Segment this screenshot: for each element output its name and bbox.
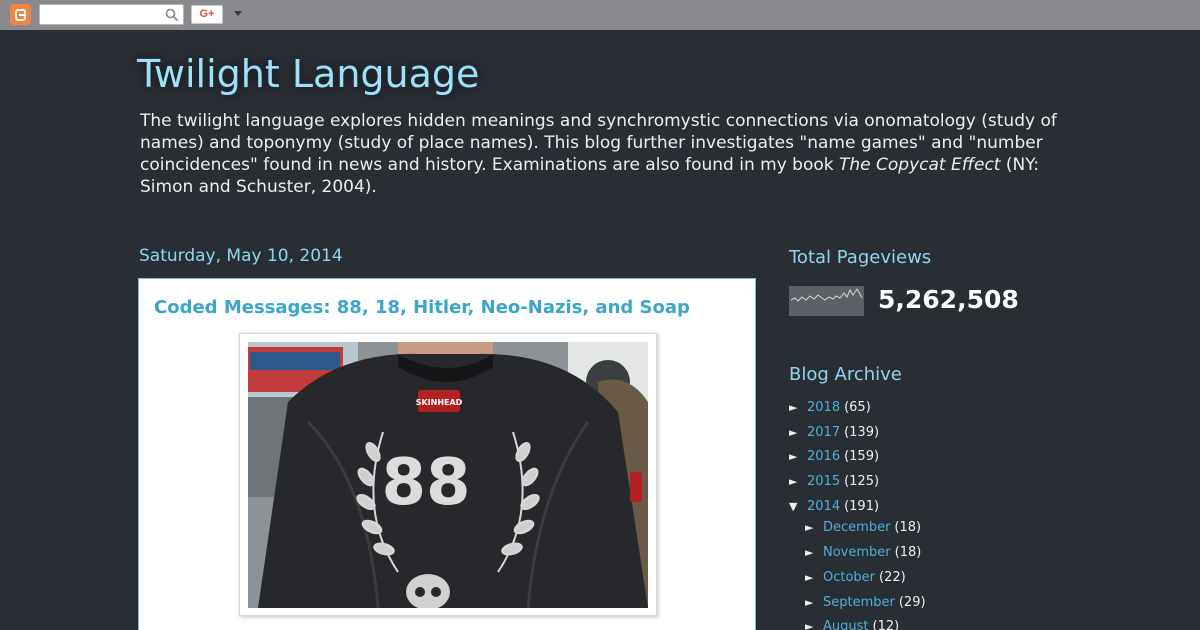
archive-year-link[interactable]: 2016 [807,449,840,464]
archive-month-link[interactable]: November [823,545,891,560]
archive-count: (159) [844,449,880,464]
archive-year-link[interactable]: 2018 [807,400,840,415]
patch-text: SKINHEAD [416,398,463,407]
archive-month-row: ► October (22) [805,569,906,587]
post-image[interactable]: SKINHEAD 88 [248,342,648,608]
archive-count: (125) [844,474,880,489]
expand-toggle-icon[interactable]: ► [805,569,819,587]
archive-year-row: ► 2016 (159) [789,448,879,466]
archive-year-row: ▼ 2014 (191) [789,498,879,516]
archive-count: (139) [844,425,880,440]
blog-description: The twilight language explores hidden me… [140,110,1070,198]
archive-count: (18) [894,545,922,560]
blogger-navbar: G+ [0,0,1200,30]
archive-count: (22) [879,570,906,585]
archive-count: (29) [898,595,926,610]
archive-month-row: ► August (12) [805,618,899,630]
blog-title[interactable]: Twilight Language [137,52,479,96]
archive-month-link[interactable]: September [823,595,895,610]
jacket-number: 88 [381,446,470,520]
expand-toggle-icon[interactable]: ► [789,424,803,442]
archive-widget-title: Blog Archive [789,364,902,385]
caret-down-icon[interactable] [234,11,242,16]
archive-count: (191) [844,499,880,514]
archive-month-link[interactable]: October [823,570,875,585]
archive-count: (18) [894,520,922,535]
pageviews-count: 5,262,508 [878,285,1019,314]
google-plus-button[interactable]: G+ [191,5,223,24]
expand-toggle-icon[interactable]: ► [805,544,819,562]
blogger-logo-icon[interactable] [10,4,31,25]
archive-count: (12) [872,619,900,630]
archive-year-link[interactable]: 2017 [807,425,840,440]
archive-year-row: ► 2018 (65) [789,399,871,417]
post-image-frame[interactable]: SKINHEAD 88 [239,333,657,616]
archive-month-link[interactable]: August [823,619,869,630]
archive-month-row: ► November (18) [805,544,921,562]
book-title: The Copycat Effect [839,155,1001,175]
archive-year-link[interactable]: 2014 [807,499,840,514]
pageviews-sparkline [789,286,864,316]
search-icon[interactable] [165,8,179,22]
expand-toggle-icon[interactable]: ► [789,473,803,491]
archive-month-row: ► September (29) [805,594,926,612]
archive-month-link[interactable]: December [823,520,890,535]
expand-toggle-icon[interactable]: ► [805,519,819,537]
archive-year-link[interactable]: 2015 [807,474,840,489]
collapse-toggle-icon[interactable]: ▼ [789,498,803,516]
expand-toggle-icon[interactable]: ► [805,618,819,630]
post-title-link[interactable]: Coded Messages: 88, 18, Hitler, Neo-Nazi… [154,297,690,318]
expand-toggle-icon[interactable]: ► [805,594,819,612]
archive-year-row: ► 2015 (125) [789,473,879,491]
pageviews-widget-title: Total Pageviews [789,247,932,268]
expand-toggle-icon[interactable]: ► [789,448,803,466]
archive-year-row: ► 2017 (139) [789,424,879,442]
post-date: Saturday, May 10, 2014 [139,246,343,266]
jacket-photo: SKINHEAD 88 [248,342,648,608]
post-container: Coded Messages: 88, 18, Hitler, Neo-Nazi… [138,278,756,630]
archive-month-row: ► December (18) [805,519,921,537]
expand-toggle-icon[interactable]: ► [789,399,803,417]
archive-count: (65) [844,400,871,415]
navbar-search-input[interactable] [39,4,184,25]
